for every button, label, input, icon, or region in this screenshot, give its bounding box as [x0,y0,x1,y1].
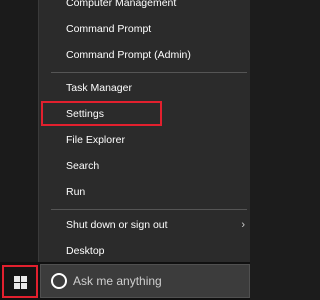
menu-item-label: Shut down or sign out [66,219,168,231]
menu-item-desktop[interactable]: Desktop [39,240,251,262]
menu-item-label: File Explorer [66,134,125,146]
menu-item-label: Computer Management [66,0,177,9]
start-button[interactable] [2,265,38,298]
power-user-menu: Computer Management Command Prompt Comma… [38,0,250,262]
menu-item-command-prompt[interactable]: Command Prompt [39,18,251,40]
menu-item-label: Run [66,186,86,198]
windows-logo-icon [14,276,27,289]
menu-item-shut-down-or-sign-out[interactable]: Shut down or sign out › [39,214,251,236]
taskbar: Ask me anything [0,262,250,300]
menu-item-file-explorer[interactable]: File Explorer [39,129,251,151]
menu-item-label: Command Prompt (Admin) [66,49,191,61]
menu-item-label: Desktop [66,245,105,257]
menu-separator [51,209,247,210]
menu-item-run[interactable]: Run [39,181,251,203]
menu-item-label: Task Manager [66,82,132,94]
search-placeholder: Ask me anything [73,274,162,288]
cortana-circle-icon [51,273,67,289]
menu-item-label: Command Prompt [66,23,152,35]
menu-item-label: Search [66,160,100,172]
menu-item-command-prompt-admin[interactable]: Command Prompt (Admin) [39,44,251,66]
search-box[interactable]: Ask me anything [40,264,250,298]
menu-item-search[interactable]: Search [39,155,251,177]
chevron-right-icon: › [241,219,245,231]
desktop-background [0,0,38,262]
menu-separator [51,72,247,73]
menu-item-task-manager[interactable]: Task Manager [39,77,251,99]
settings-highlight-box [41,101,162,126]
menu-item-computer-management[interactable]: Computer Management [39,0,251,14]
screen: Computer Management Command Prompt Comma… [0,0,250,300]
